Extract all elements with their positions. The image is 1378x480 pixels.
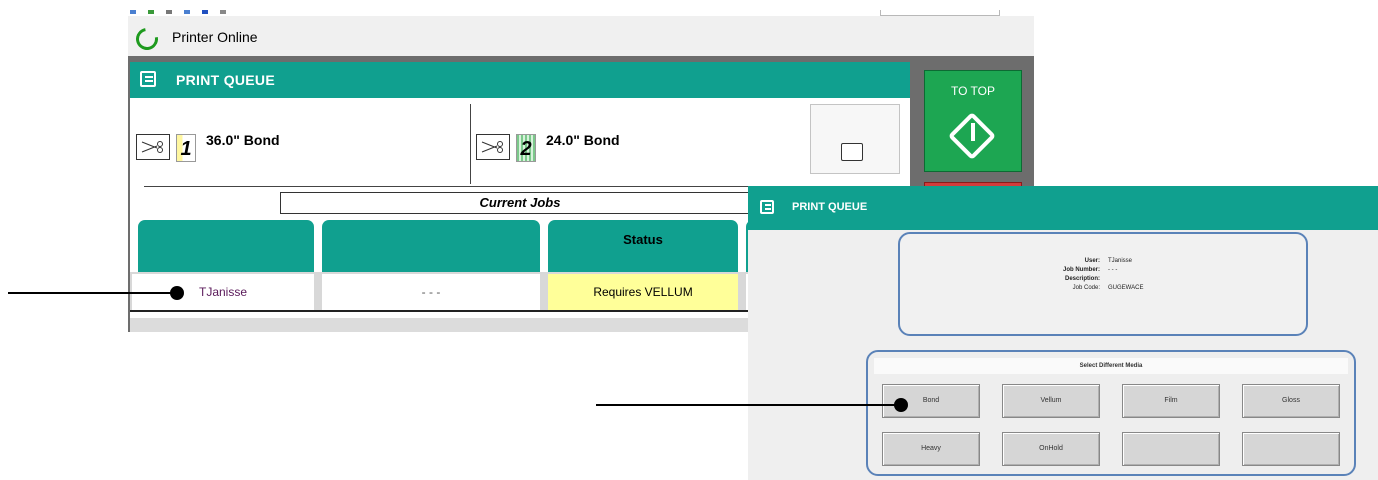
- job-info-box: User: TJanisse Job Number: - - - Descripti…: [898, 232, 1308, 336]
- roll-2-number: 2: [516, 134, 536, 162]
- job-status-cell[interactable]: Requires VELLUM: [548, 274, 738, 310]
- callout-dot-user: [170, 286, 184, 300]
- toolbar-icon[interactable]: [202, 10, 208, 14]
- printer-online-icon: [131, 23, 163, 55]
- roll-1-media: 36.0" Bond: [206, 132, 280, 148]
- scissors-icon: [481, 141, 503, 153]
- select-media-box: Select Different Media Bond Vellum Film …: [866, 350, 1356, 476]
- queue-list-icon: [140, 71, 156, 87]
- toolbar-icon[interactable]: [184, 10, 190, 14]
- scissors-icon: [141, 141, 163, 153]
- media-button-film[interactable]: Film: [1122, 384, 1220, 418]
- move-to-top-icon-bar: [971, 123, 975, 141]
- print-queue-header: PRINT QUEUE: [130, 62, 910, 98]
- roll-divider: [470, 104, 471, 184]
- cut-roll-1-button[interactable]: [136, 134, 170, 160]
- roll-1-number: 1: [176, 134, 196, 162]
- select-media-dialog: PRINT QUEUE User: TJanisse Job Number: - -…: [748, 186, 1378, 480]
- toolbar-icon[interactable]: [166, 10, 172, 14]
- media-settings-button[interactable]: [810, 104, 900, 174]
- media-swap-icon: [841, 143, 863, 161]
- printer-status-text: Printer Online: [172, 29, 258, 45]
- current-jobs-label: Current Jobs: [280, 192, 760, 214]
- cut-roll-2-button[interactable]: [476, 134, 510, 160]
- to-top-label: TO TOP: [950, 84, 995, 98]
- toolbar-icon[interactable]: [130, 10, 136, 14]
- select-media-title: Select Different Media: [874, 358, 1348, 374]
- to-top-button[interactable]: TO TOP: [924, 70, 1022, 172]
- roll-2-media: 24.0" Bond: [546, 132, 620, 148]
- queue-list-icon: [760, 200, 774, 214]
- media-button-onhold[interactable]: OnHold: [1002, 432, 1100, 466]
- status-bar: Printer Online: [128, 16, 1034, 56]
- media-button-empty[interactable]: [1122, 432, 1220, 466]
- callout-line-user: [8, 292, 176, 294]
- print-queue-title: PRINT QUEUE: [176, 72, 275, 88]
- media-button-gloss[interactable]: Gloss: [1242, 384, 1340, 418]
- dialog-title: PRINT QUEUE: [792, 201, 868, 213]
- column-header[interactable]: [138, 220, 314, 272]
- media-button-vellum[interactable]: Vellum: [1002, 384, 1100, 418]
- media-button-heavy[interactable]: Heavy: [882, 432, 980, 466]
- job-number-cell[interactable]: - - -: [322, 274, 540, 310]
- callout-line-bond: [596, 404, 902, 406]
- column-header[interactable]: [322, 220, 540, 272]
- media-button-empty[interactable]: [1242, 432, 1340, 466]
- toolbar-icon[interactable]: [220, 10, 226, 14]
- dialog-header: PRINT QUEUE: [748, 186, 1378, 230]
- callout-dot-bond: [894, 398, 908, 412]
- column-header-status[interactable]: Status: [548, 220, 738, 272]
- toolbar-icon[interactable]: [148, 10, 154, 14]
